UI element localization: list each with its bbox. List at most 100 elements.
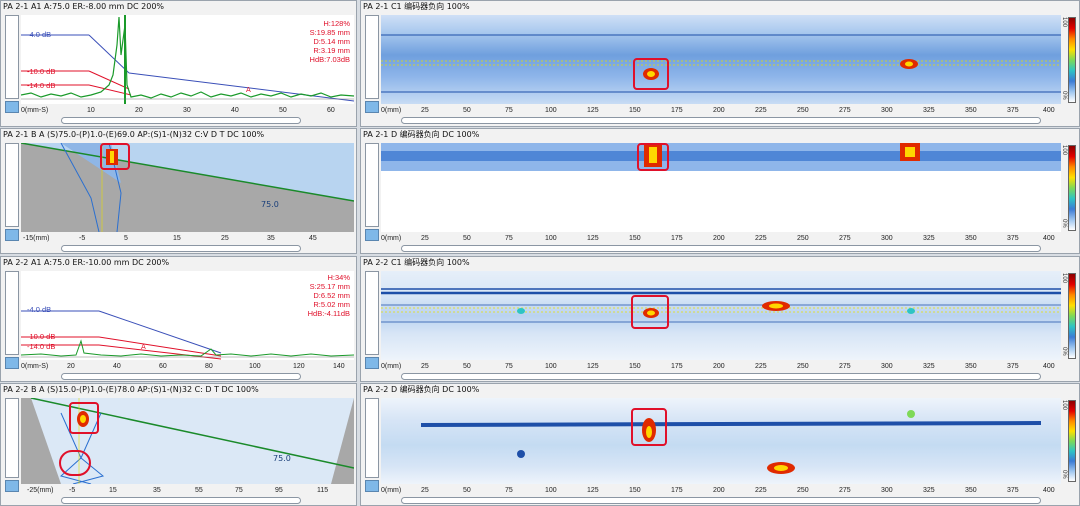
horizontal-scrollbar[interactable]	[61, 497, 301, 504]
color-scale-min: 0%	[1061, 219, 1067, 228]
svg-text:A: A	[246, 86, 251, 94]
x-axis-ticks: 0(mm-S) 20 40 60 80 100 120 140	[21, 363, 345, 370]
horizontal-scrollbar[interactable]	[401, 373, 1041, 380]
x-axis-ticks: -15(mm) -5 5 15 25 35 45	[23, 235, 317, 242]
x-axis-ticks: 0(mm) 25 50 75 100 125 150 175 200 225 2…	[381, 107, 1055, 114]
ruler-corner[interactable]	[365, 101, 379, 113]
indication-highlight	[100, 143, 130, 170]
vertical-ruler[interactable]	[365, 15, 379, 99]
ascan-signal: A	[21, 15, 354, 104]
color-scale-min: 0%	[1061, 470, 1067, 479]
ruler-corner[interactable]	[365, 229, 379, 241]
bscan-panel-1[interactable]: PA 2-1 B A (S)75.0-(P)1.0-(E)69.0 AP:(S)…	[0, 128, 357, 254]
color-scale-max: 100	[1061, 145, 1067, 156]
dscan-image[interactable]	[381, 398, 1061, 484]
ruler-corner[interactable]	[5, 101, 19, 113]
cscan-image[interactable]	[381, 15, 1061, 104]
panel-title: PA 2-1 C1 编码器负向 100%	[363, 2, 470, 11]
gain-label-1: -4.0 dB	[27, 30, 52, 39]
bscan-panel-2[interactable]: PA 2-2 B A (S)15.0-(P)1.0-(E)78.0 AP:(S)…	[0, 383, 357, 506]
color-scale-min: 0%	[1061, 347, 1067, 356]
gain-label-2: -10.0 dB	[27, 332, 56, 341]
x-tick: 20	[135, 107, 143, 114]
horizontal-scrollbar[interactable]	[61, 245, 301, 252]
horizontal-scrollbar[interactable]	[61, 373, 301, 380]
horizontal-scrollbar[interactable]	[401, 497, 1041, 504]
dscan-image[interactable]	[381, 143, 1061, 232]
ruler-corner[interactable]	[365, 357, 379, 369]
horizontal-scrollbar[interactable]	[401, 245, 1041, 252]
color-scale-max: 100	[1061, 273, 1067, 284]
color-scale	[1068, 400, 1076, 482]
color-scale	[1068, 145, 1076, 231]
x-tick: 0(mm-S)	[21, 107, 49, 114]
bscan-overlay: 75.0	[21, 143, 354, 232]
panel-title: PA 2-2 B A (S)15.0-(P)1.0-(E)78.0 AP:(S)…	[3, 385, 259, 394]
panel-title: PA 2-2 A1 A:75.0 ER:-10.00 mm DC 200%	[3, 258, 170, 267]
svg-text:A: A	[141, 343, 146, 351]
gain-label-1: -4.0 dB	[27, 305, 52, 314]
color-scale	[1068, 17, 1076, 103]
x-axis-ticks: 0(mm) 25 50 75 100 125 150 175 200 225 2…	[381, 487, 1055, 494]
cscan-panel-1[interactable]: PA 2-1 C1 编码器负向 100% 100 0% 0(mm) 25 50 …	[360, 0, 1080, 127]
x-tick: 40	[231, 107, 239, 114]
gain-label-3: -14.0 dB	[27, 342, 56, 351]
ascan-panel-2[interactable]: PA 2-2 A1 A:75.0 ER:-10.00 mm DC 200% A …	[0, 256, 357, 382]
x-tick: 30	[183, 107, 191, 114]
ascan-panel-1[interactable]: PA 2-1 A1 A:75.0 ER:-8.00 mm DC 200% A -…	[0, 0, 357, 127]
angle-label: 75.0	[273, 454, 291, 463]
dscan-overlay	[381, 143, 1061, 171]
dscan-overlay	[420, 410, 1042, 474]
indication-highlight	[631, 295, 669, 329]
cscan-image[interactable]	[381, 271, 1061, 360]
vertical-ruler[interactable]	[5, 15, 19, 99]
x-axis-ticks: 0(mm) 25 50 75 100 125 150 175 200 225 2…	[381, 235, 1055, 242]
cscan-panel-2[interactable]: PA 2-2 C1 编码器负向 100% 100 0% 0(mm) 25 50 …	[360, 256, 1080, 382]
panel-title: PA 2-2 C1 编码器负向 100%	[363, 258, 470, 267]
angle-label: 75.0	[261, 200, 279, 209]
ruler-corner[interactable]	[5, 480, 19, 492]
vertical-ruler[interactable]	[5, 271, 19, 355]
dscan-panel-2[interactable]: PA 2-2 D 编码器负向 DC 100% 100 0% 0(mm) 25 5…	[360, 383, 1080, 506]
indication-highlight	[69, 402, 99, 434]
indication-highlight	[631, 408, 667, 446]
indication-highlight	[59, 450, 91, 476]
ascan-signal: A	[21, 310, 354, 360]
vertical-ruler[interactable]	[5, 143, 19, 227]
bscan-image[interactable]: 75.0	[21, 398, 354, 484]
panel-title: PA 2-1 D 编码器负向 DC 100%	[363, 130, 480, 139]
gain-label-3: -14.0 dB	[27, 81, 56, 90]
x-tick: 50	[279, 107, 287, 114]
panel-title: PA 2-1 A1 A:75.0 ER:-8.00 mm DC 200%	[3, 2, 165, 11]
color-scale-max: 100	[1061, 17, 1067, 28]
cscan-overlay	[381, 34, 1061, 93]
measurement-readout: H:34% S:25.17 mm D:6.52 mm R:5.02 mm HdB:-4.…	[307, 273, 350, 318]
horizontal-scrollbar[interactable]	[61, 117, 301, 124]
color-scale-max: 100	[1061, 400, 1067, 411]
x-axis-ticks: 0(mm) 25 50 75 100 125 150 175 200 225 2…	[381, 363, 1055, 370]
cscan-overlay	[381, 288, 1061, 323]
vertical-ruler[interactable]	[365, 271, 379, 355]
vertical-ruler[interactable]	[365, 143, 379, 227]
panel-title: PA 2-2 D 编码器负向 DC 100%	[363, 385, 480, 394]
horizontal-scrollbar[interactable]	[401, 117, 1041, 124]
dscan-panel-1[interactable]: PA 2-1 D 编码器负向 DC 100% 100 0% 0(mm) 25 5…	[360, 128, 1080, 254]
indication-highlight	[637, 143, 669, 171]
vertical-ruler[interactable]	[5, 398, 19, 478]
color-scale	[1068, 273, 1076, 359]
ascan-plot[interactable]: A -4.0 dB -10.0 dB -14.0 dB H:128% S:19.8…	[21, 15, 354, 104]
ruler-corner[interactable]	[5, 229, 19, 241]
x-tick: 10	[87, 107, 95, 114]
ruler-corner[interactable]	[365, 480, 379, 492]
color-scale-min: 0%	[1061, 91, 1067, 100]
bscan-image[interactable]: 75.0	[21, 143, 354, 232]
ascan-plot[interactable]: A -4.0 dB -10.0 dB -14.0 dB H:34% S:25.17…	[21, 271, 354, 360]
vertical-ruler[interactable]	[365, 398, 379, 478]
panel-title: PA 2-1 B A (S)75.0-(P)1.0-(E)69.0 AP:(S)…	[3, 130, 265, 139]
measurement-readout: H:128% S:19.85 mm D:5.14 mm R:3.19 mm HdB:7.…	[309, 19, 350, 64]
gain-label-2: -10.0 dB	[27, 67, 56, 76]
x-tick: 60	[327, 107, 335, 114]
ruler-corner[interactable]	[5, 357, 19, 369]
x-axis-ticks: -25(mm) -5 15 35 55 75 95 115	[27, 487, 329, 494]
indication-highlight	[633, 58, 669, 90]
